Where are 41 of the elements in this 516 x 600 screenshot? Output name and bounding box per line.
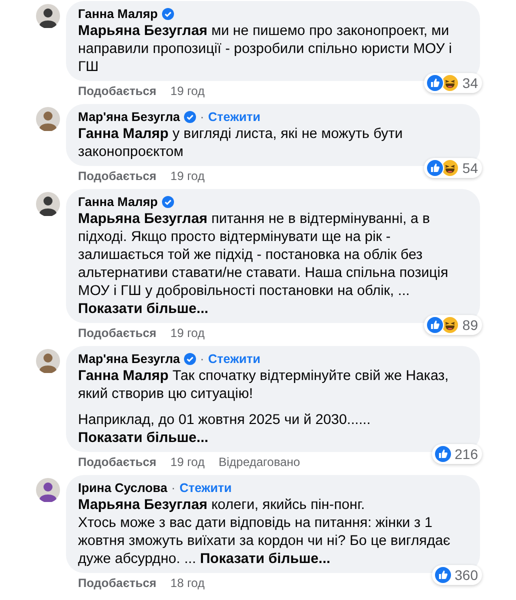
see-more-link[interactable]: Показати більше...	[200, 551, 330, 567]
timestamp[interactable]: 18 год	[170, 576, 205, 591]
timestamp[interactable]: 19 год	[170, 169, 205, 184]
separator-dot: ·	[200, 109, 204, 125]
like-link[interactable]: Подобається	[78, 169, 156, 184]
avatar[interactable]	[36, 349, 60, 373]
author-name[interactable]: Мар'яна Безугла	[78, 109, 180, 125]
author-name[interactable]: Ганна Маляр	[78, 194, 158, 210]
comment-text: Ганна Маляр Так спочатку відтермінуйте свій же Наказ, який створив цю ситуацію!	[78, 367, 450, 403]
avatar[interactable]	[36, 4, 60, 28]
reaction-summary[interactable]: 54	[424, 158, 482, 178]
reaction-summary[interactable]: 216	[432, 444, 482, 464]
author-name[interactable]: Ірина Суслова	[78, 480, 168, 496]
reaction-summary[interactable]: 89	[424, 315, 482, 335]
reaction-summary[interactable]: 360	[432, 565, 482, 585]
edited-label: Відредаговано	[218, 455, 300, 470]
follow-link[interactable]: Стежити	[179, 480, 232, 496]
see-more-link[interactable]: Показати більше...	[78, 301, 208, 317]
like-link[interactable]: Подобається	[78, 84, 156, 99]
timestamp[interactable]: 19 год	[170, 326, 205, 341]
timestamp[interactable]: 19 год	[170, 84, 205, 99]
like-link[interactable]: Подобається	[78, 455, 156, 470]
avatar[interactable]	[36, 478, 60, 502]
like-link[interactable]: Подобається	[78, 576, 156, 591]
comment-text: Марьяна Безуглая питання не в відтермінуванні, а в підході. Якщо просто відтермінувати ще на рік - залишається той же підхід - постановка на облік без альтернативи ставати/не ставати. Наша спільна позиція МОУ і ГШ у добровільності постановки на облік, ... Показати більше...	[78, 210, 450, 318]
timestamp[interactable]: 19 год	[170, 455, 205, 470]
comment-text: Марьяна Безуглая колеги, якийсь пін-понг. Хтось може з вас дати відповідь на питання: жінки з 1 жовтня зможуть виїхати за кордон чи ні? Бо це виглядає дуже абсурдно. ... Показати більше...	[78, 496, 452, 568]
follow-link[interactable]: Стежити	[208, 109, 260, 125]
separator-dot: ·	[200, 351, 204, 367]
like-link[interactable]: Подобається	[78, 326, 156, 341]
comment-text: Ганна Маляр у вигляді листа, які не можуть бути законопроєктом	[78, 125, 404, 161]
comment-text: Марьяна Безуглая ми не пишемо про законопроект, ми направили пропозиції - розробили спільно юристи МОУ і ГШ	[78, 22, 453, 76]
author-name[interactable]: Ганна Маляр	[78, 6, 158, 22]
avatar[interactable]	[36, 107, 60, 131]
author-name[interactable]: Мар'яна Безугла	[78, 351, 180, 367]
see-more-link[interactable]: Показати більше...	[78, 430, 208, 446]
separator-dot: ·	[171, 480, 176, 496]
follow-link[interactable]: Стежити	[208, 351, 260, 367]
comment-text: Наприклад, до 01 жовтня 2025 чи й 2030...... Показати більше...	[78, 411, 372, 447]
avatar[interactable]	[36, 192, 60, 216]
reaction-summary[interactable]: 34	[424, 73, 482, 93]
